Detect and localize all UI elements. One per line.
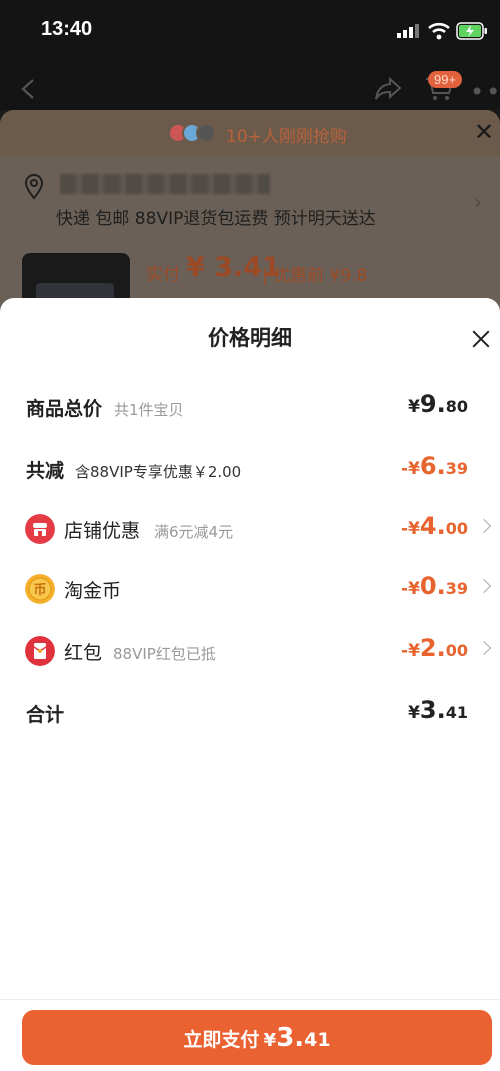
- address-blurred: [60, 174, 270, 194]
- chevron-right-icon: [476, 518, 492, 534]
- row-label: 店铺优惠: [64, 520, 141, 542]
- paid-label: 实付: [146, 265, 180, 285]
- row-value: ¥9.80: [408, 390, 468, 418]
- back-icon[interactable]: [20, 78, 36, 100]
- product-nav-bar: 99+ •••: [0, 62, 500, 112]
- row-goods-total: 商品总价 共1件宝贝 ¥9.80: [0, 388, 500, 428]
- svg-text:币: 币: [33, 583, 46, 598]
- status-time: 13:40: [41, 18, 93, 40]
- shop-icon: [25, 514, 55, 544]
- delivery-info: 快递 包邮 88VIP退货包运费 预计明天送达: [56, 209, 376, 229]
- share-icon[interactable]: [374, 77, 402, 101]
- pay-amount-dec: 41: [304, 1028, 331, 1051]
- row-label: 淘金币: [64, 580, 122, 602]
- row-shop-discount[interactable]: 店铺优惠 满6元减4元 -¥4.00: [0, 510, 500, 550]
- row-sub: 满6元减4元: [154, 523, 234, 541]
- chevron-right-icon: [476, 640, 492, 656]
- cellular-signal-icon: [397, 24, 419, 38]
- row-sub: 含88VIP专享优惠￥2.00: [75, 463, 242, 481]
- row-sub: 88VIP红包已抵: [113, 645, 216, 663]
- more-icon[interactable]: •••: [470, 78, 500, 106]
- row-label: 红包: [64, 642, 103, 664]
- row-total-discount: 共减 含88VIP专享优惠￥2.00 -¥6.39: [0, 450, 500, 490]
- bottom-bar: 立即支付 ¥3.41: [0, 999, 500, 1071]
- cart-badge: 99+: [428, 71, 463, 88]
- wifi-icon: [428, 22, 450, 40]
- battery-charging-icon: [456, 22, 487, 40]
- address-chevron-icon[interactable]: ›: [474, 190, 482, 214]
- row-grand-total: 合计 ¥3.41: [0, 694, 500, 734]
- row-red-envelope[interactable]: 红包 88VIP红包已抵 -¥2.00: [0, 632, 500, 672]
- order-confirm-page: 10+人刚刚抢购 ✕ 快递 包邮 88VIP退货包运费 预计明天送达 › 实付 …: [0, 110, 500, 310]
- row-label: 商品总价: [26, 398, 103, 420]
- pay-now-button[interactable]: 立即支付 ¥3.41: [22, 1010, 492, 1065]
- status-bar: 13:40: [0, 0, 500, 60]
- row-label: 共减: [26, 460, 65, 482]
- coin-icon: 币: [25, 574, 55, 604]
- location-pin-icon: [24, 174, 44, 200]
- row-value: -¥6.39: [401, 452, 468, 480]
- banner-text: 10+人刚刚抢购: [226, 127, 347, 147]
- close-icon[interactable]: [470, 328, 492, 350]
- chevron-right-icon: [476, 578, 492, 594]
- pay-currency: ¥: [263, 1029, 277, 1051]
- pay-amount-int: 3.: [276, 1022, 305, 1053]
- pre-discount-price: | 优惠前 ¥9.8: [262, 266, 368, 286]
- row-value: -¥2.00: [401, 634, 468, 662]
- sheet-title: 价格明细: [208, 326, 292, 350]
- row-sub: 共1件宝贝: [114, 401, 184, 419]
- red-envelope-icon: [25, 636, 55, 666]
- pay-button-label: 立即支付: [183, 1028, 260, 1051]
- buyer-avatars: [168, 123, 220, 143]
- row-value: -¥4.00: [401, 512, 468, 540]
- row-label: 合计: [26, 704, 65, 726]
- purchase-banner: 10+人刚刚抢购 ✕: [0, 110, 500, 156]
- banner-close-icon[interactable]: ✕: [474, 120, 494, 144]
- price-detail-sheet: 价格明细 商品总价 共1件宝贝 ¥9.80 共减 含88VIP专享优惠￥2.00…: [0, 298, 500, 1071]
- row-taojin-coin[interactable]: 币 淘金币 -¥0.39: [0, 570, 500, 610]
- row-value: ¥3.41: [408, 696, 468, 724]
- row-value: -¥0.39: [401, 572, 468, 600]
